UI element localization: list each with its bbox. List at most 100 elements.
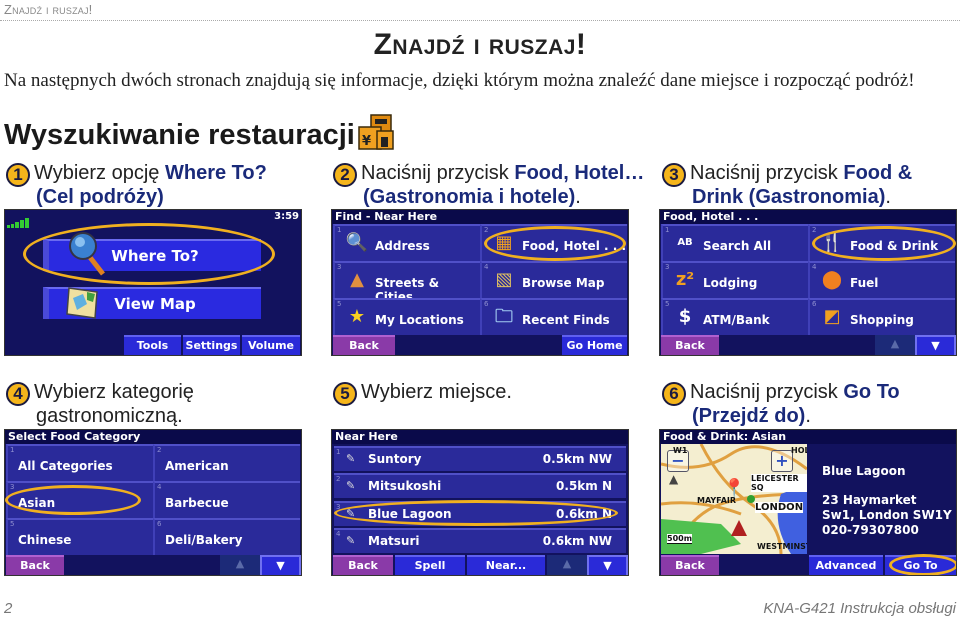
- tile-label: Address: [375, 239, 430, 253]
- running-head: Znajdź i ruszaj!: [4, 2, 93, 17]
- screen-food-hotel: Food, Hotel . . . 1 AB Search All 2 🍴 Food &…: [659, 209, 957, 356]
- row-index: 4: [336, 530, 341, 538]
- screen-title: Select Food Category: [5, 430, 301, 444]
- back-button[interactable]: Back: [333, 335, 395, 355]
- scroll-up-button[interactable]: ▲: [547, 555, 587, 575]
- result-row[interactable]: 4 ✎ Matsuri 0.6km NW: [334, 528, 626, 553]
- row-index: 3: [336, 503, 341, 511]
- page-title: Znajdź i ruszaj!: [373, 28, 587, 61]
- bed-icon: z²: [675, 269, 695, 290]
- food-hotel-icon: ▦: [495, 232, 513, 253]
- near-button[interactable]: Near...: [467, 555, 545, 575]
- scroll-down-button[interactable]: ▼: [260, 555, 301, 575]
- row-index: 1: [336, 448, 341, 456]
- tile-label: Food & Drink: [850, 239, 939, 253]
- step-text: Naciśnij przycisk: [690, 381, 844, 403]
- recent-finds-button[interactable]: 6 🗀 Recent Finds: [480, 298, 627, 335]
- manual-title: KNA-G421 Instrukcja obsługi: [763, 600, 956, 617]
- go-home-button[interactable]: Go Home: [562, 335, 627, 355]
- clock: 3:59: [274, 211, 299, 222]
- category-barbecue[interactable]: 4 Barbecue: [153, 481, 300, 518]
- result-distance: 0.5km NW: [542, 452, 612, 466]
- result-row[interactable]: 1 ✎ Suntory 0.5km NW: [334, 446, 626, 471]
- map-view[interactable]: − + ▲ 📍 W1 HOL LEICESTER SQ MAYFAIR LOND…: [661, 444, 807, 554]
- result-name: Matsuri: [368, 534, 420, 548]
- step-highlight: Food, Hotel…: [514, 162, 645, 184]
- tile-index: 4: [157, 483, 162, 491]
- tile-index: 2: [157, 446, 162, 454]
- screen-near-here-results: Near Here 1 ✎ Suntory 0.5km NW 2 ✎ Mitsukoshi…: [331, 429, 629, 576]
- tile-label: Deli/Bakery: [165, 533, 243, 547]
- step-6-heading: 6 Naciśnij przycisk Go To (Przejdź do).: [662, 382, 900, 427]
- tile-index: 4: [812, 263, 817, 271]
- result-row[interactable]: 2 ✎ Mitsukoshi 0.5km N: [334, 473, 626, 498]
- screen-title: Find - Near Here: [332, 210, 628, 224]
- category-deli-bakery[interactable]: 6 Deli/Bakery: [153, 518, 300, 555]
- tile-index: 1: [665, 226, 670, 234]
- scroll-up-button[interactable]: ▲: [220, 555, 260, 575]
- browse-map-button[interactable]: 4 ▧ Browse Map: [480, 261, 627, 298]
- tile-index: 1: [10, 446, 15, 454]
- food-hotel-button[interactable]: 2 ▦ Food, Hotel . . .: [480, 224, 627, 261]
- tools-button[interactable]: Tools: [124, 335, 181, 355]
- tile-index: 1: [337, 226, 342, 234]
- map-label: WESTMINSTER: [757, 542, 807, 551]
- zoom-in-button[interactable]: +: [771, 450, 793, 472]
- place-address-line1: 23 Haymarket: [822, 493, 917, 507]
- address-button[interactable]: 1 🔍 Address: [333, 224, 480, 261]
- my-locations-button[interactable]: 5 ★ My Locations: [333, 298, 480, 335]
- volume-button[interactable]: Volume: [242, 335, 300, 355]
- food-drink-button[interactable]: 2 🍴 Food & Drink: [808, 224, 955, 261]
- row-index: 2: [336, 475, 341, 483]
- tile-label: American: [165, 459, 229, 473]
- settings-button[interactable]: Settings: [183, 335, 240, 355]
- scroll-down-button[interactable]: ▼: [915, 335, 956, 355]
- north-arrow-icon: ▲: [669, 472, 679, 486]
- header-divider: [0, 20, 960, 21]
- category-asian[interactable]: 3 Asian: [6, 481, 153, 518]
- map-label: MAYFAIR: [697, 496, 737, 505]
- atm-bank-button[interactable]: 5 $ ATM/Bank: [661, 298, 808, 335]
- step-text: Naciśnij przycisk: [690, 162, 844, 184]
- search-all-button[interactable]: 1 AB Search All: [661, 224, 808, 261]
- back-button[interactable]: Back: [333, 555, 393, 575]
- tile-label: Fuel: [850, 276, 879, 290]
- food-hotel-icon: ¥: [357, 113, 395, 151]
- step-highlight: (Cel podróży): [36, 186, 164, 208]
- scroll-up-button[interactable]: ▲: [875, 335, 915, 355]
- magnifier-icon: [67, 230, 107, 280]
- screen-title: Food, Hotel . . .: [660, 210, 956, 224]
- map-icon: [65, 284, 101, 324]
- tile-label: My Locations: [375, 313, 464, 327]
- address-icon: 🔍: [345, 232, 369, 253]
- tile-label: Food, Hotel . . .: [522, 239, 627, 253]
- back-button[interactable]: Back: [661, 335, 719, 355]
- fuel-button[interactable]: 4 ⬤ Fuel: [808, 261, 955, 298]
- result-name: Blue Lagoon: [368, 507, 452, 521]
- intro-text: Na następnych dwóch stronach znajdują si…: [4, 70, 915, 91]
- category-all[interactable]: 1 All Categories: [6, 444, 153, 481]
- spell-button[interactable]: Spell: [395, 555, 465, 575]
- step-highlight: Go To: [843, 381, 900, 403]
- back-button[interactable]: Back: [661, 555, 719, 575]
- tile-label: All Categories: [18, 459, 113, 473]
- tile-index: 3: [665, 263, 670, 271]
- category-american[interactable]: 2 American: [153, 444, 300, 481]
- tile-index: 2: [484, 226, 489, 234]
- lodging-button[interactable]: 3 z² Lodging: [661, 261, 808, 298]
- scroll-down-button[interactable]: ▼: [587, 555, 628, 575]
- tile-label: Lodging: [703, 276, 758, 290]
- step-text: Naciśnij przycisk: [361, 162, 515, 184]
- result-row[interactable]: 3 ✎ Blue Lagoon 0.6km N: [334, 501, 626, 526]
- tile-index: 5: [337, 300, 342, 308]
- advanced-button[interactable]: Advanced: [809, 555, 883, 575]
- back-button[interactable]: Back: [6, 555, 64, 575]
- step-1-heading: 1 Wybierz opcję Where To? (Cel podróży): [6, 163, 267, 208]
- streets-cities-button[interactable]: 3 ▲ Streets & Cities: [333, 261, 480, 304]
- shopping-button[interactable]: 6 ◩ Shopping: [808, 298, 955, 335]
- category-chinese[interactable]: 5 Chinese: [6, 518, 153, 555]
- result-distance: 0.6km N: [556, 507, 612, 521]
- go-to-button[interactable]: Go To: [885, 555, 956, 575]
- fuel-icon: ⬤: [821, 269, 843, 290]
- restaurant-icon: ✎: [346, 479, 356, 492]
